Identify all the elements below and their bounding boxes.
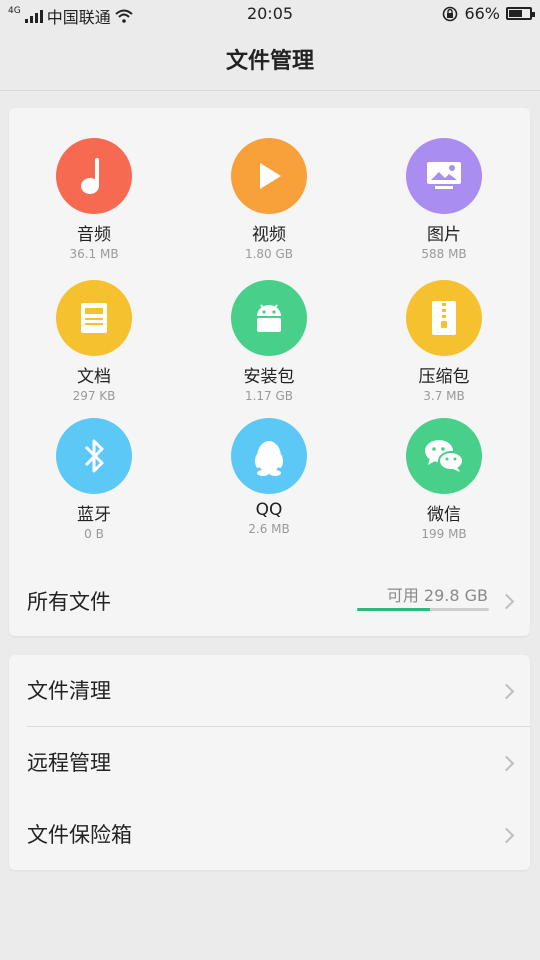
music-note-icon (81, 158, 99, 194)
category-icon-circle (231, 280, 307, 356)
wechat-icon (425, 440, 464, 472)
categories-card: 音频 36.1 MB 视频 1.80 GB 图片 588 MB 文档 297 K… (9, 108, 530, 636)
bluetooth-icon (84, 439, 104, 473)
menu-card: 文件清理 远程管理 文件保险箱 (9, 655, 530, 870)
menu-item-file-safe[interactable]: 文件保险箱 (9, 799, 530, 871)
page-title: 文件管理 (225, 49, 314, 74)
category-apk[interactable]: 安装包 1.17 GB (189, 280, 349, 403)
category-icon-circle (56, 418, 132, 494)
category-size: 0 B (84, 527, 104, 541)
category-label: 安装包 (243, 367, 295, 387)
zip-icon (432, 301, 456, 335)
battery-icon (506, 7, 535, 20)
category-label: 音频 (77, 225, 111, 245)
category-label: 蓝牙 (77, 505, 111, 525)
category-documents[interactable]: 文档 297 KB (14, 280, 174, 403)
menu-item-label: 远程管理 (27, 751, 111, 775)
category-icon-circle (231, 138, 307, 214)
qq-penguin-icon (255, 441, 283, 476)
category-icon-circle (231, 418, 307, 494)
category-audio[interactable]: 音频 36.1 MB (14, 138, 174, 261)
category-size: 199 MB (421, 527, 467, 541)
category-icon-circle (406, 138, 482, 214)
category-size: 1.80 GB (244, 247, 294, 261)
storage-free-text: 可用 29.8 GB (386, 586, 488, 605)
category-qq[interactable]: QQ 2.6 MB (189, 418, 349, 536)
category-size: 36.1 MB (69, 247, 119, 261)
all-files-label: 所有文件 (27, 590, 111, 614)
category-size: 3.7 MB (423, 389, 465, 403)
category-size: 588 MB (421, 247, 467, 261)
category-bluetooth[interactable]: 蓝牙 0 B (14, 418, 174, 541)
status-right: 66% (442, 4, 535, 23)
play-icon (260, 163, 281, 189)
category-label: QQ (255, 500, 283, 520)
category-size: 2.6 MB (248, 522, 290, 536)
chevron-right-icon (498, 755, 515, 772)
document-icon (81, 303, 107, 333)
battery-percent: 66% (464, 4, 500, 23)
all-files-row[interactable]: 所有文件 可用 29.8 GB (9, 570, 530, 632)
status-bar: 4G 中国联通 20:05 66% (0, 0, 540, 28)
android-icon (257, 304, 281, 332)
rotation-lock-icon (443, 6, 458, 21)
category-label: 文档 (77, 367, 111, 387)
category-size: 297 KB (72, 389, 116, 403)
category-icon-circle (56, 138, 132, 214)
menu-item-remote-management[interactable]: 远程管理 (9, 727, 530, 799)
menu-item-file-cleanup[interactable]: 文件清理 (9, 655, 530, 727)
category-label: 压缩包 (418, 367, 470, 387)
category-label: 视频 (252, 225, 286, 245)
image-icon (427, 162, 461, 189)
chevron-right-icon (498, 827, 515, 844)
category-label: 微信 (427, 505, 461, 525)
menu-item-label: 文件清理 (27, 679, 111, 703)
category-icon-circle (406, 418, 482, 494)
chevron-right-icon (498, 683, 515, 700)
category-images[interactable]: 图片 588 MB (364, 138, 524, 261)
category-size: 1.17 GB (244, 389, 294, 403)
app-bar: 文件管理 (0, 28, 540, 91)
category-archives[interactable]: 压缩包 3.7 MB (364, 280, 524, 403)
category-icon-circle (406, 280, 482, 356)
chevron-right-icon (498, 593, 515, 610)
category-wechat[interactable]: 微信 199 MB (364, 418, 524, 541)
category-video[interactable]: 视频 1.80 GB (189, 138, 349, 261)
category-label: 图片 (427, 225, 461, 245)
menu-item-label: 文件保险箱 (27, 823, 132, 847)
category-icon-circle (56, 280, 132, 356)
storage-progress-bar (357, 608, 489, 611)
